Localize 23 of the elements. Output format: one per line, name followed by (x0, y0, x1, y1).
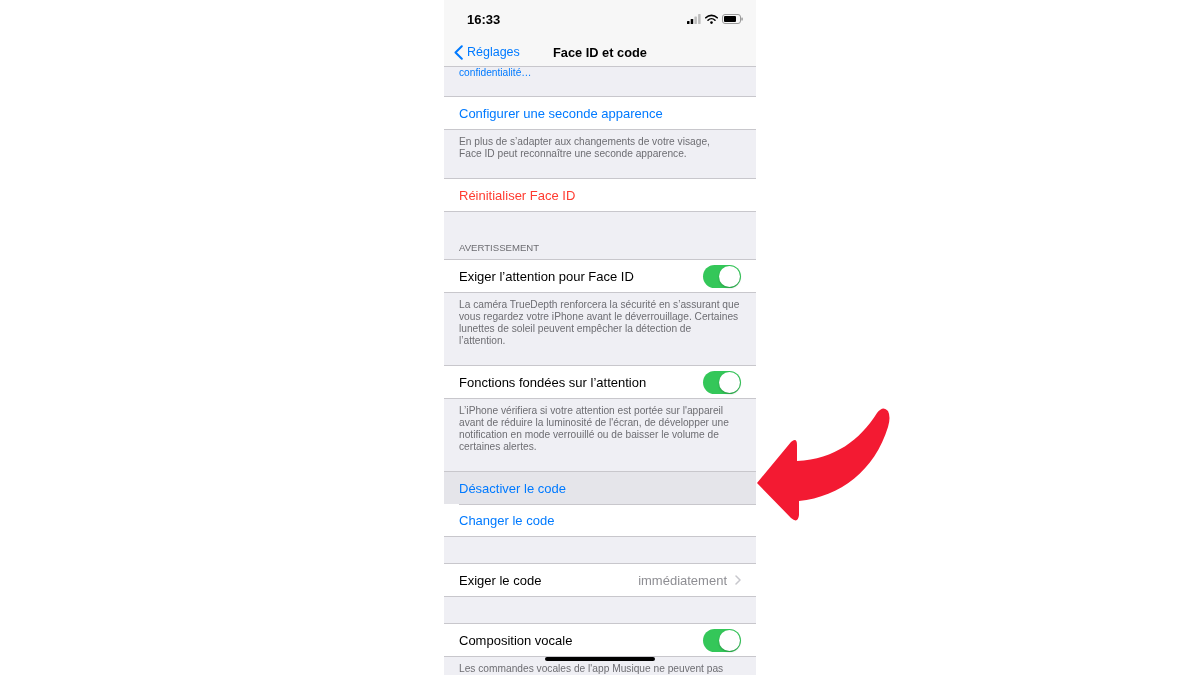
chevron-left-icon (454, 44, 463, 60)
footer-note: Les commandes vocales de l'app Musique ne peuvent pas (459, 663, 724, 674)
row-label: Exiger le code (459, 572, 542, 588)
section-header: AVERTISSEMENT (459, 242, 540, 253)
footer-note: La caméra TrueDepth renforcera la sécurité en s’assurant que vous regardez votre iPhone avant le déverrouillage. Certaines lunettes de soleil peuvent empêcher la détection de l’attention. (459, 299, 740, 346)
settings-row[interactable]: Désactiver le code (444, 472, 756, 504)
nav-title: Face ID et code (553, 44, 647, 60)
footer-link[interactable]: confidentialité… (459, 67, 532, 78)
status-time: 16:33 (467, 11, 501, 27)
row-label: Composition vocale (459, 632, 573, 648)
toggle-switch[interactable] (703, 628, 741, 652)
toggle-switch[interactable] (703, 370, 741, 394)
chevron-right-icon (735, 575, 741, 585)
wifi-icon (705, 14, 718, 24)
footer-note: En plus de s’adapter aux changements de votre visage, Face ID peut reconnaître une seconde apparence. (459, 136, 710, 159)
signal-icon (687, 14, 701, 24)
battery-icon (722, 14, 743, 24)
back-button[interactable]: Réglages (454, 44, 520, 60)
row-label: Fonctions fondées sur l’attention (459, 374, 647, 390)
toggle-switch[interactable] (703, 264, 741, 288)
row-label: Exiger l’attention pour Face ID (459, 268, 634, 284)
row-value: immédiatement (638, 572, 727, 588)
footer-note: L’iPhone vérifiera si votre attention est portée sur l'appareil avant de réduire la luminosité de l'écran, de développer une notification en mode verrouillé ou de baisser le volume de certaines alertes. (459, 405, 729, 452)
